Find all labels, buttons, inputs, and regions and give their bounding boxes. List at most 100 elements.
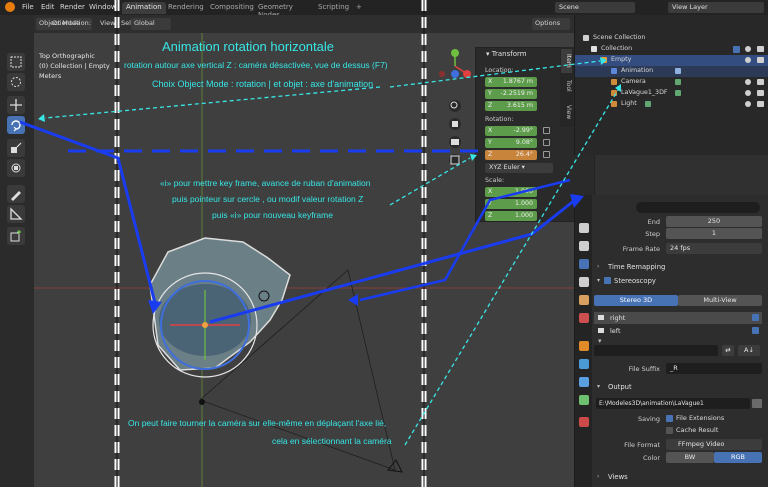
menu-edit[interactable]: Edit <box>41 3 55 11</box>
stereo-3d-button[interactable]: Stereo 3D <box>594 295 678 306</box>
time-remapping-section[interactable]: › Time Remapping <box>592 261 768 273</box>
location-y-field[interactable]: Y -2.2519 m <box>485 89 537 99</box>
empty-visibility-eye-icon[interactable] <box>745 57 751 63</box>
outliner-row-empty[interactable]: Empty <box>575 55 768 66</box>
lavague-visibility-eye-icon[interactable] <box>745 90 751 96</box>
view-left-checkbox[interactable] <box>752 327 759 334</box>
camera-visibility-eye-icon[interactable] <box>745 79 751 85</box>
modifier-properties-icon[interactable] <box>579 359 589 369</box>
light-render-camera-icon[interactable] <box>757 101 764 107</box>
lock-rotation-y-icon[interactable] <box>543 139 550 146</box>
rotation-mode-dropdown[interactable]: XYZ Euler ▾ <box>485 163 553 173</box>
tab-geometry-nodes[interactable]: Geometry Nodes <box>254 2 297 19</box>
outliner-row-animation[interactable]: Animation <box>575 66 768 77</box>
view-list-row-right[interactable]: right <box>594 312 762 324</box>
tool-properties-icon[interactable] <box>579 223 589 233</box>
sidebar-tab-view[interactable]: View <box>561 101 572 123</box>
add-cube-tool[interactable] <box>7 227 25 245</box>
location-z-field[interactable]: Z 3.615 m <box>485 101 537 111</box>
navigation-gizmo[interactable] <box>436 48 474 228</box>
rotation-z-field[interactable]: Z 26.4° <box>485 150 537 160</box>
scale-y-field[interactable]: Y 1.000 <box>485 199 537 209</box>
scene-selector[interactable]: Scene <box>555 2 635 13</box>
view-layer-properties-icon[interactable] <box>579 277 589 287</box>
outliner-row-collection[interactable]: Collection <box>575 44 768 55</box>
view-list-row-left[interactable]: left <box>594 325 762 337</box>
object-properties-icon[interactable] <box>579 341 589 351</box>
output-path-field[interactable]: E:\Modeles3D\animation\LaVague1 <box>596 398 750 409</box>
annotate-tool[interactable] <box>7 185 25 203</box>
view-layer-selector[interactable]: View Layer <box>668 2 764 13</box>
physics-properties-icon[interactable] <box>579 377 589 387</box>
stereoscopy-checkbox[interactable] <box>604 277 611 284</box>
rotation-x-field[interactable]: X -2.99° <box>485 126 537 136</box>
gizmo-x-icon[interactable] <box>463 70 471 78</box>
lock-rotation-z-icon[interactable] <box>543 151 550 158</box>
frame-end-field[interactable]: 250 <box>666 216 762 227</box>
sort-az-icon[interactable]: A↓ <box>738 345 760 356</box>
file-suffix-field[interactable]: _R <box>666 363 762 374</box>
properties-search-input[interactable] <box>636 202 760 213</box>
sidebar-tab-tool[interactable]: Tool <box>561 75 572 97</box>
constraint-properties-icon[interactable] <box>579 395 589 405</box>
rotation-y-field[interactable]: Y 9.08° <box>485 138 537 148</box>
add-workspace-button[interactable]: + <box>352 2 366 14</box>
tab-rendering[interactable]: Rendering <box>164 2 208 14</box>
render-properties-icon[interactable] <box>579 241 589 251</box>
transform-orientation-selector[interactable]: Global <box>131 18 171 30</box>
scale-z-field[interactable]: Z 1.000 <box>485 211 537 221</box>
output-properties-icon[interactable] <box>579 259 589 269</box>
cache-result-checkbox[interactable] <box>666 427 673 434</box>
lock-rotation-x-icon[interactable] <box>543 127 550 134</box>
options-button[interactable]: Options <box>532 18 570 30</box>
output-section[interactable]: ▾ Output <box>592 381 768 393</box>
file-format-dropdown[interactable]: FFmpeg Video <box>666 439 762 450</box>
world-properties-icon[interactable] <box>579 313 589 323</box>
gizmo-y-icon[interactable] <box>451 49 459 57</box>
rotate-tool[interactable] <box>7 116 25 134</box>
folder-icon[interactable] <box>752 399 762 408</box>
texture-properties-icon[interactable] <box>579 417 589 427</box>
outliner-row-light[interactable]: Light <box>575 99 768 110</box>
view-filter-input[interactable] <box>594 345 718 356</box>
outliner-row-lavague[interactable]: LaVague1_3DF <box>575 88 768 99</box>
scene-properties-icon[interactable] <box>579 295 589 305</box>
file-extensions-checkbox[interactable] <box>666 415 673 422</box>
menu-file[interactable]: File <box>22 3 34 11</box>
collection-render-camera-icon[interactable] <box>757 46 764 52</box>
measure-tool[interactable] <box>7 205 25 223</box>
move-tool[interactable] <box>7 96 25 114</box>
scale-x-field[interactable]: X 1.000 <box>485 187 537 197</box>
empty-render-camera-icon[interactable] <box>757 57 764 63</box>
view-right-checkbox[interactable] <box>752 314 759 321</box>
frame-step-field[interactable]: 1 <box>666 228 762 239</box>
view-menu[interactable]: View <box>100 19 115 27</box>
frame-rate-dropdown[interactable]: 24 fps <box>666 243 762 254</box>
stereoscopy-section[interactable]: ▾ Stereoscopy <box>592 275 768 287</box>
expand-list-icon[interactable]: ▾ <box>598 337 602 345</box>
location-x-field[interactable]: X 1.8767 m <box>485 77 537 87</box>
cursor-tool[interactable] <box>7 73 25 91</box>
color-rgb-button[interactable]: RGB <box>714 452 762 463</box>
swap-arrows-icon[interactable]: ⇄ <box>722 345 734 356</box>
menu-render[interactable]: Render <box>60 3 85 11</box>
color-bw-button[interactable]: BW <box>666 452 714 463</box>
menu-window[interactable]: Window <box>89 3 117 11</box>
lavague-render-camera-icon[interactable] <box>757 90 764 96</box>
scale-tool[interactable] <box>7 139 25 157</box>
gizmo-z-icon[interactable] <box>451 70 459 78</box>
sidebar-tab-item[interactable]: Item <box>561 49 572 73</box>
views-section[interactable]: › Views <box>592 471 768 483</box>
outliner-row-scene-collection[interactable]: Scene Collection <box>575 33 768 44</box>
tab-animation[interactable]: Animation <box>122 2 166 14</box>
transform-tool[interactable] <box>7 159 25 177</box>
collection-exclude-checkbox[interactable] <box>733 46 740 53</box>
outliner-row-camera[interactable]: Camera <box>575 77 768 88</box>
collection-visibility-eye-icon[interactable] <box>745 46 751 52</box>
gizmo-neg-x-icon[interactable] <box>439 71 445 77</box>
tab-scripting[interactable]: Scripting <box>314 2 353 14</box>
blender-logo-icon[interactable] <box>5 2 15 12</box>
camera-render-camera-icon[interactable] <box>757 79 764 85</box>
light-visibility-eye-icon[interactable] <box>745 101 751 107</box>
multi-view-button[interactable]: Multi-View <box>678 295 762 306</box>
